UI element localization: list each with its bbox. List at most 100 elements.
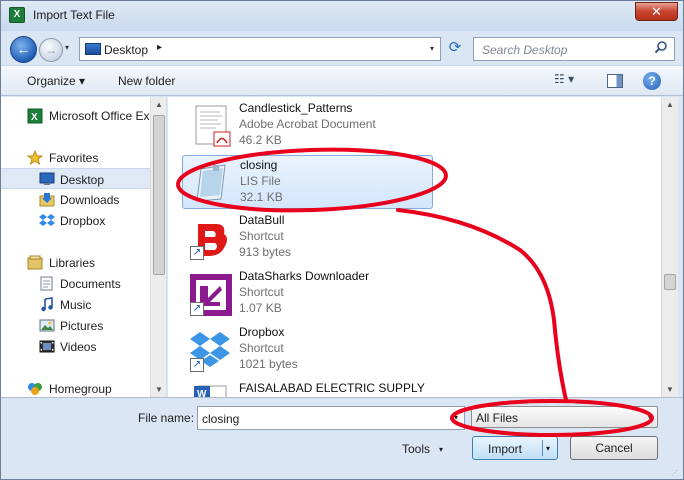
nav-item-label: Microsoft Office Ex [49,109,150,123]
file-item-databull[interactable]: ↗ DataBull Shortcut 913 bytes [182,211,433,265]
nav-item-homegroup[interactable]: Homegroup [1,378,151,397]
breadcrumb-arrow-icon[interactable]: ▸ [157,42,162,53]
documents-icon [39,276,55,291]
breadcrumb-desktop[interactable]: Desktop [104,43,148,57]
star-icon [26,149,44,166]
nav-item-label: Libraries [49,256,96,270]
resize-grip-icon[interactable]: ⋰ [671,469,681,479]
import-text-file-dialog: X Import Text File ✕ ← → ▾ Desktop ▸ ▾ ⟳… [0,0,684,480]
file-name: Candlestick_Patterns [239,101,353,115]
chevron-down-icon[interactable]: ▾ [439,445,443,454]
file-size: 913 bytes [239,245,292,259]
svg-text:X: X [31,112,38,123]
file-name: DataSharks Downloader [239,269,370,283]
split-divider [542,440,543,456]
nav-item-favorites[interactable]: Favorites [1,147,151,168]
svg-text:W: W [197,389,207,397]
navigation-scrollbar[interactable]: ▲ ▼ [150,97,166,397]
lis-file-icon [189,161,233,205]
file-size: 46.2 KB [239,133,282,147]
nav-item-label: Music [60,298,92,312]
search-box[interactable]: Search Desktop [473,37,675,61]
pictures-icon [39,318,55,333]
refresh-button[interactable]: ⟳ [443,37,467,61]
file-list-scrollbar[interactable]: ▲ ▼ [661,97,678,397]
file-item-faisalabad-electric-supply[interactable]: W FAISALABAD ELECTRIC SUPPLY [182,379,433,397]
file-name-input[interactable]: closing ▾ [197,406,465,430]
file-name-value[interactable]: closing [202,412,239,426]
shortcut-arrow-icon: ↗ [190,358,204,372]
title-bar[interactable]: X Import Text File ✕ [1,1,683,31]
excel-icon: X [9,7,25,23]
nav-item-documents[interactable]: Documents [1,273,151,294]
import-button-label[interactable]: Import [488,442,522,456]
datasharks-icon: ↗ [188,272,232,316]
dropbox-icon: ↗ [188,328,232,372]
change-view-button[interactable]: ☷ ▾ [554,72,588,90]
help-icon[interactable]: ? [643,72,661,90]
desktop-icon [39,172,55,187]
search-icon[interactable] [654,40,668,57]
recent-locations-dropdown[interactable]: ▾ [65,43,69,52]
file-type: Shortcut [239,341,284,355]
address-dropdown-icon[interactable]: ▾ [430,44,434,53]
file-item-datasharks-downloader[interactable]: ↗ DataSharks Downloader Shortcut 1.07 KB [182,267,433,321]
nav-item-label: Downloads [60,193,120,207]
nav-item-music[interactable]: Music [1,294,151,315]
preview-pane-icon[interactable] [607,74,623,88]
scrollbar-thumb[interactable] [664,274,676,290]
dropbox-icon [39,213,55,228]
homegroup-icon [27,381,43,396]
nav-item-pictures[interactable]: Pictures [1,315,151,336]
file-type-filter-value[interactable]: All Files [476,411,518,425]
file-size: 1021 bytes [239,357,298,371]
scroll-down-arrow-icon[interactable]: ▼ [155,385,163,394]
close-button[interactable]: ✕ [635,2,678,21]
file-size: 1.07 KB [239,301,282,315]
databull-icon: ↗ [188,216,232,260]
chevron-down-icon[interactable]: ▾ [546,444,550,453]
file-type-filter-select[interactable]: All Files ▾ [471,406,658,428]
nav-item-microsoft-office-excel[interactable]: X Microsoft Office Ex [1,105,151,126]
import-button[interactable]: Import ▾ [472,436,558,460]
tools-menu-button[interactable]: Tools [402,442,430,456]
nav-item-label: Homegroup [49,382,112,396]
downloads-icon [39,192,55,207]
excel-icon: X [27,108,43,124]
videos-icon [39,339,55,354]
pdf-document-icon [188,104,232,148]
search-placeholder: Search Desktop [482,43,568,57]
navigation-row: ← → ▾ Desktop ▸ ▾ ⟳ Search Desktop [1,31,683,65]
forward-button[interactable]: → [39,38,63,62]
nav-item-label: Documents [60,277,121,291]
scrollbar-thumb[interactable] [153,115,165,275]
music-icon [39,297,55,312]
nav-item-desktop[interactable]: Desktop [1,168,151,189]
file-item-dropbox[interactable]: ↗ Dropbox Shortcut 1021 bytes [182,323,433,377]
scroll-up-arrow-icon[interactable]: ▲ [155,100,163,109]
file-item-candlestick-patterns[interactable]: Candlestick_Patterns Adobe Acrobat Docum… [182,99,433,153]
file-name: closing [240,158,278,172]
address-bar[interactable]: Desktop ▸ ▾ [79,37,441,61]
nav-item-libraries[interactable]: Libraries [1,252,151,273]
cancel-button[interactable]: Cancel [570,436,658,460]
word-document-icon: W [188,384,232,397]
file-name: DataBull [239,213,285,227]
nav-item-dropbox[interactable]: Dropbox [1,210,151,231]
nav-item-downloads[interactable]: Downloads [1,189,151,210]
scroll-up-arrow-icon[interactable]: ▲ [666,100,674,109]
navigation-pane: X Microsoft Office Ex Favorites Desktop … [1,97,167,397]
file-type: Shortcut [239,285,284,299]
nav-item-videos[interactable]: Videos [1,336,151,357]
new-folder-button[interactable]: New folder [118,74,175,88]
scroll-down-arrow-icon[interactable]: ▼ [666,385,674,394]
organize-button[interactable]: Organize ▾ [27,74,85,88]
chevron-down-icon[interactable]: ▾ [454,413,458,422]
back-button[interactable]: ← [10,36,37,63]
file-item-closing[interactable]: closing LIS File 32.1 KB [182,155,433,209]
chevron-down-icon[interactable]: ▾ [648,413,652,422]
nav-item-label: Dropbox [60,214,106,228]
file-type: Shortcut [239,229,284,243]
nav-item-label: Videos [60,340,97,354]
file-name: Dropbox [239,325,285,339]
